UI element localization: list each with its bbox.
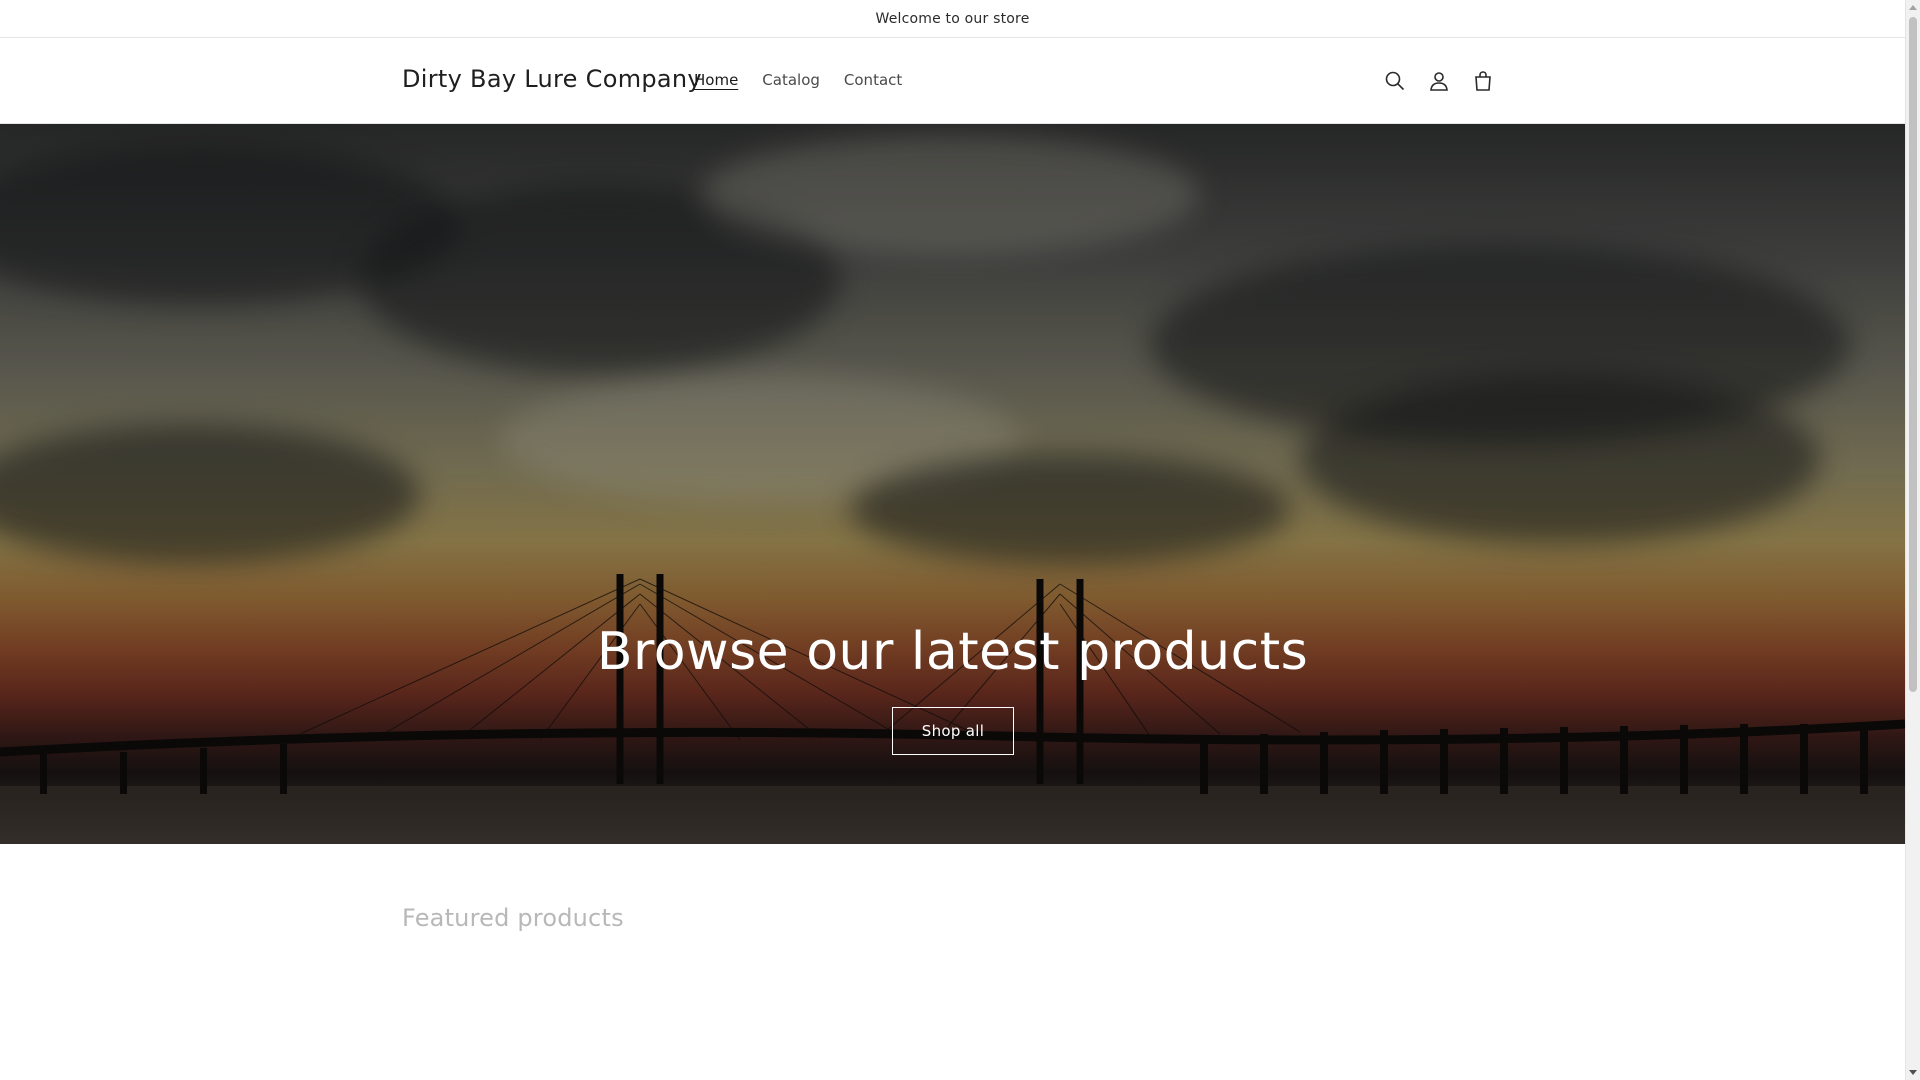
announcement-bar: Welcome to our store [0, 0, 1905, 38]
account-button[interactable] [1424, 66, 1454, 96]
scrollbar-thumb[interactable] [1909, 17, 1917, 692]
scroll-down-icon[interactable] [1909, 1070, 1917, 1075]
shop-all-button[interactable]: Shop all [892, 707, 1014, 755]
announcement-text: Welcome to our store [875, 10, 1030, 27]
nav-link-catalog[interactable]: Catalog [750, 71, 832, 89]
scroll-up-icon[interactable] [1909, 5, 1917, 10]
site-header: Dirty Bay Lure Company Home Catalog Cont… [0, 39, 1905, 124]
nav-link-contact[interactable]: Contact [832, 71, 914, 89]
main-nav: Home Catalog Contact [682, 71, 914, 89]
hero-banner: Browse our latest products Shop all [0, 124, 1905, 844]
cart-icon [1475, 71, 1491, 91]
search-icon [1385, 71, 1405, 91]
page: Welcome to our store Dirty Bay Lure Comp… [0, 0, 1905, 1080]
search-button[interactable] [1380, 66, 1410, 96]
featured-products-heading: Featured products [402, 904, 624, 932]
cart-button[interactable] [1468, 66, 1498, 96]
header-icons [1380, 66, 1498, 96]
account-icon [1430, 72, 1448, 91]
page-scrollbar[interactable] [1905, 0, 1920, 1080]
store-logo[interactable]: Dirty Bay Lure Company [402, 65, 702, 93]
nav-link-home[interactable]: Home [682, 71, 750, 89]
hero-title: Browse our latest products [596, 622, 1309, 682]
